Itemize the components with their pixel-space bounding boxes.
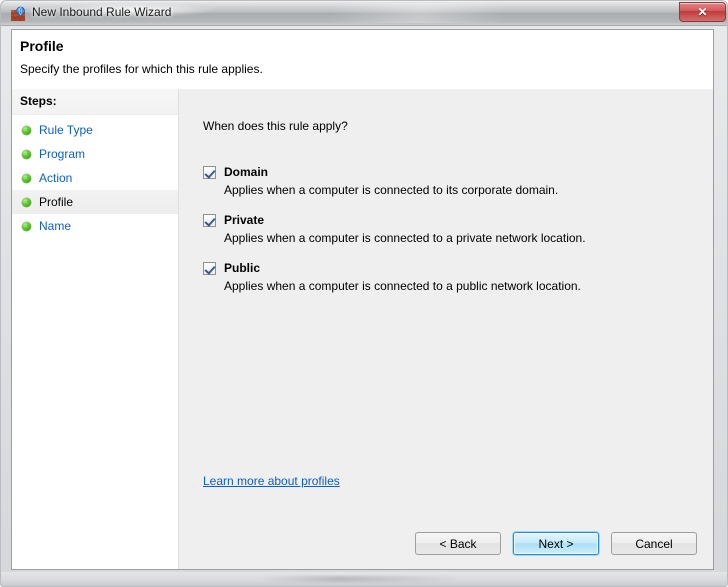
sidebar-item-label: Rule Type xyxy=(39,123,93,137)
option-domain-label: Domain xyxy=(224,165,268,179)
window-title: New Inbound Rule Wizard xyxy=(32,5,171,19)
sidebar-item-name[interactable]: Name xyxy=(12,214,178,238)
option-private: Private Applies when a computer is conne… xyxy=(203,213,697,245)
next-button[interactable]: Next > xyxy=(513,532,599,555)
back-button[interactable]: < Back xyxy=(415,532,501,555)
title-bar[interactable]: New Inbound Rule Wizard ✕ xyxy=(1,1,728,26)
sidebar-item-rule-type[interactable]: Rule Type xyxy=(12,118,178,142)
private-checkbox[interactable] xyxy=(203,214,216,227)
step-bullet-icon xyxy=(22,222,31,231)
sidebar-item-label: Name xyxy=(39,219,71,233)
sidebar-item-label: Profile xyxy=(39,195,73,209)
option-public: Public Applies when a computer is connec… xyxy=(203,261,697,293)
option-private-row[interactable]: Private xyxy=(203,213,697,227)
step-bullet-icon xyxy=(22,174,31,183)
firewall-globe-icon xyxy=(10,6,26,22)
close-icon: ✕ xyxy=(697,6,707,18)
cancel-button[interactable]: Cancel xyxy=(611,532,697,555)
close-button[interactable]: ✕ xyxy=(679,2,726,22)
public-checkbox[interactable] xyxy=(203,262,216,275)
wizard-body: Steps: Rule Type Program Action Profile xyxy=(11,89,714,570)
wizard-buttons: < Back Next > Cancel xyxy=(415,532,697,555)
learn-more-link[interactable]: Learn more about profiles xyxy=(203,474,340,488)
option-private-label: Private xyxy=(224,213,264,227)
option-public-row[interactable]: Public xyxy=(203,261,697,275)
option-public-description: Applies when a computer is connected to … xyxy=(224,279,697,293)
step-bullet-icon xyxy=(22,198,31,207)
steps-list: Rule Type Program Action Profile Name xyxy=(12,118,178,238)
option-private-description: Applies when a computer is connected to … xyxy=(224,231,697,245)
page-subtitle: Specify the profiles for which this rule… xyxy=(20,62,263,76)
wizard-window: New Inbound Rule Wizard ✕ Profile Specif… xyxy=(0,0,728,587)
sidebar-item-label: Program xyxy=(39,147,85,161)
option-domain-row[interactable]: Domain xyxy=(203,165,697,179)
page-title: Profile xyxy=(20,38,64,54)
steps-heading: Steps: xyxy=(20,94,57,108)
profile-options-group: Domain Applies when a computer is connec… xyxy=(203,165,697,309)
main-content: When does this rule apply? Domain Applie… xyxy=(179,89,713,569)
window-bottom-smudge xyxy=(261,576,521,582)
step-bullet-icon xyxy=(22,150,31,159)
option-domain: Domain Applies when a computer is connec… xyxy=(203,165,697,197)
domain-checkbox[interactable] xyxy=(203,166,216,179)
page-header: Profile Specify the profiles for which t… xyxy=(11,29,714,89)
question-text: When does this rule apply? xyxy=(203,119,348,133)
option-domain-description: Applies when a computer is connected to … xyxy=(224,183,697,197)
option-public-label: Public xyxy=(224,261,260,275)
sidebar-item-program[interactable]: Program xyxy=(12,142,178,166)
sidebar-item-label: Action xyxy=(39,171,72,185)
sidebar-item-action[interactable]: Action xyxy=(12,166,178,190)
sidebar-item-profile[interactable]: Profile xyxy=(12,190,178,214)
steps-sidebar: Steps: Rule Type Program Action Profile xyxy=(12,89,179,569)
title-bar-reflection xyxy=(331,3,631,23)
step-bullet-icon xyxy=(22,126,31,135)
